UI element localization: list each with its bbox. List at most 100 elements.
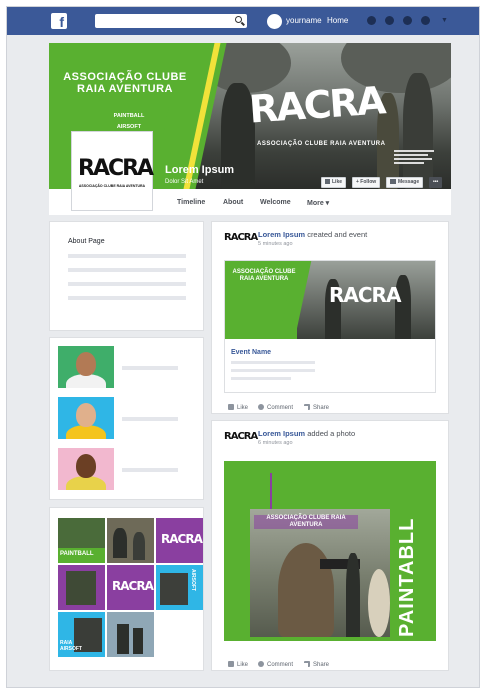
like-button[interactable]: Like [228,404,248,411]
like-page-button[interactable]: Like [321,177,347,188]
comment-button[interactable]: Comment [258,404,293,411]
post-author-logo[interactable]: RACRA [224,431,258,449]
post-action: created and event [307,230,368,239]
like-icon [325,179,330,184]
profile-logo: RACRA [78,156,154,181]
photo-post: RACRA Lorem Ipsum added a photo 6 minute… [211,420,449,671]
event-image-title: ASSOCIAÇÃO CLUBE RAIA AVENTURA [232,269,296,282]
photo-tile[interactable] [107,612,154,657]
post-author[interactable]: Lorem Ipsum [258,230,305,239]
photo-tile-label: AIRSOFT [190,569,196,591]
event-image-brand: RACRA [329,283,401,307]
post-action: added a photo [307,429,356,438]
placeholder-line [231,361,315,364]
share-button[interactable]: Share [304,661,329,668]
photo-tile[interactable]: AIRSOFT [156,565,203,610]
post-header: Lorem Ipsum added a photo [258,429,355,438]
post-author[interactable]: Lorem Ipsum [258,429,305,438]
facebook-logo-icon[interactable]: f [51,13,67,30]
photo-tile-label: RACRA [161,532,203,546]
notifications-icon[interactable] [403,16,412,25]
photo-tile-label: RACRA [112,579,154,593]
photo-tile[interactable]: PAINTBALL [58,518,105,563]
follow-button[interactable]: + Follow [352,177,381,188]
post-author-logo[interactable]: RACRA [224,232,258,250]
home-link[interactable]: Home [327,16,348,25]
photo-tile-label: PAINTBALL [60,551,94,557]
photo-tile[interactable]: RACRA [107,565,154,610]
photo-side-label: PAINTABLL [396,517,418,637]
placeholder-line [68,282,186,286]
help-icon[interactable] [421,16,430,25]
post-photo[interactable]: ASSOCIAÇÃO CLUBE RAIA AVENTURA PAINTABLL [224,461,436,641]
friend-name-placeholder [122,468,178,472]
tab-welcome[interactable]: Welcome [260,199,291,206]
user-avatar[interactable] [267,14,282,29]
event-image: ASSOCIAÇÃO CLUBE RAIA AVENTURA RACRA [225,261,435,339]
placeholder-line [231,377,291,380]
comment-icon [258,661,264,667]
photo-tile[interactable]: RAIA AIRSOFT [58,612,105,657]
cover-section: ASSOCIAÇÃO CLUBE RAIA AVENTURA PAINTBALL… [49,43,451,215]
friends-card [49,337,204,500]
page-frame: f yourname Home ▼ ASSOCIAÇÃO CLUBE RAIA … [6,6,480,688]
comment-label: Comment [267,405,294,411]
brand-logo: RACRA [247,78,386,132]
like-label: Like [237,405,249,411]
tab-timeline[interactable]: Timeline [177,199,205,206]
comment-icon [258,404,264,410]
about-title[interactable]: About Page [68,238,105,245]
like-label: Like [237,662,249,668]
photo-tile[interactable] [58,565,105,610]
tab-about[interactable]: About [223,199,243,206]
friends-icon[interactable] [367,16,376,25]
placeholder-line [68,268,186,272]
photo-overlay-title: ASSOCIAÇÃO CLUBE RAIA AVENTURA [254,515,358,529]
post-time[interactable]: 6 minutes ago [258,440,293,446]
comment-button[interactable]: Comment [258,661,293,668]
share-label: Share [313,662,330,668]
photo-tile[interactable]: RACRA [156,518,203,563]
message-button[interactable]: Message [386,177,424,188]
thumbs-up-icon [228,661,234,667]
share-icon [304,661,310,667]
like-button[interactable]: Like [228,661,248,668]
more-options-button[interactable]: ••• [429,177,443,188]
club-title: ASSOCIAÇÃO CLUBE RAIA AVENTURA [63,71,187,95]
friend-photo[interactable] [58,346,114,388]
dropdown-icon[interactable]: ▼ [441,17,448,24]
user-name-link[interactable]: yourname [286,16,322,25]
photo-tile-label: RAIA AIRSOFT [60,640,82,652]
search-input[interactable] [95,14,247,28]
placeholder-line [231,369,315,372]
event-name[interactable]: Event Name [231,349,271,356]
share-label: Share [313,405,330,411]
post-header: Lorem Ipsum created and event [258,230,367,239]
search-icon[interactable] [235,16,242,23]
share-button[interactable]: Share [304,404,329,411]
placeholder-line [68,296,186,300]
friend-name-placeholder [122,366,178,370]
contact-info [394,148,434,166]
event-card[interactable]: ASSOCIAÇÃO CLUBE RAIA AVENTURA RACRA Eve… [224,260,436,393]
friend-name-placeholder [122,417,178,421]
about-card: About Page [49,221,204,331]
event-post: RACRA Lorem Ipsum created and event 5 mi… [211,221,449,414]
photos-card: PAINTBALL RACRA RACRA AIRSOFT RAIA AIRSO… [49,507,204,671]
friend-photo[interactable] [58,397,114,439]
share-icon [304,404,310,410]
tab-more[interactable]: More ▾ [307,199,329,207]
post-time[interactable]: 5 minutes ago [258,241,293,247]
messages-icon[interactable] [385,16,394,25]
message-icon [390,179,396,184]
thumbs-up-icon [228,404,234,410]
page-name[interactable]: Lorem Ipsum [165,164,234,176]
top-navbar: f yourname Home ▼ [7,7,479,35]
photo-tile[interactable] [107,518,154,563]
like-page-label: Like [332,179,343,185]
page-tabs: Timeline About Welcome More ▾ [49,191,451,215]
profile-logo-subtitle: ASSOCIAÇÃO CLUBE RAIA AVENTURA [78,184,146,188]
friend-photo[interactable] [58,448,114,490]
brand-subtitle: ASSOCIAÇÃO CLUBE RAIA AVENTURA [257,141,386,147]
message-label: Message [398,179,420,185]
